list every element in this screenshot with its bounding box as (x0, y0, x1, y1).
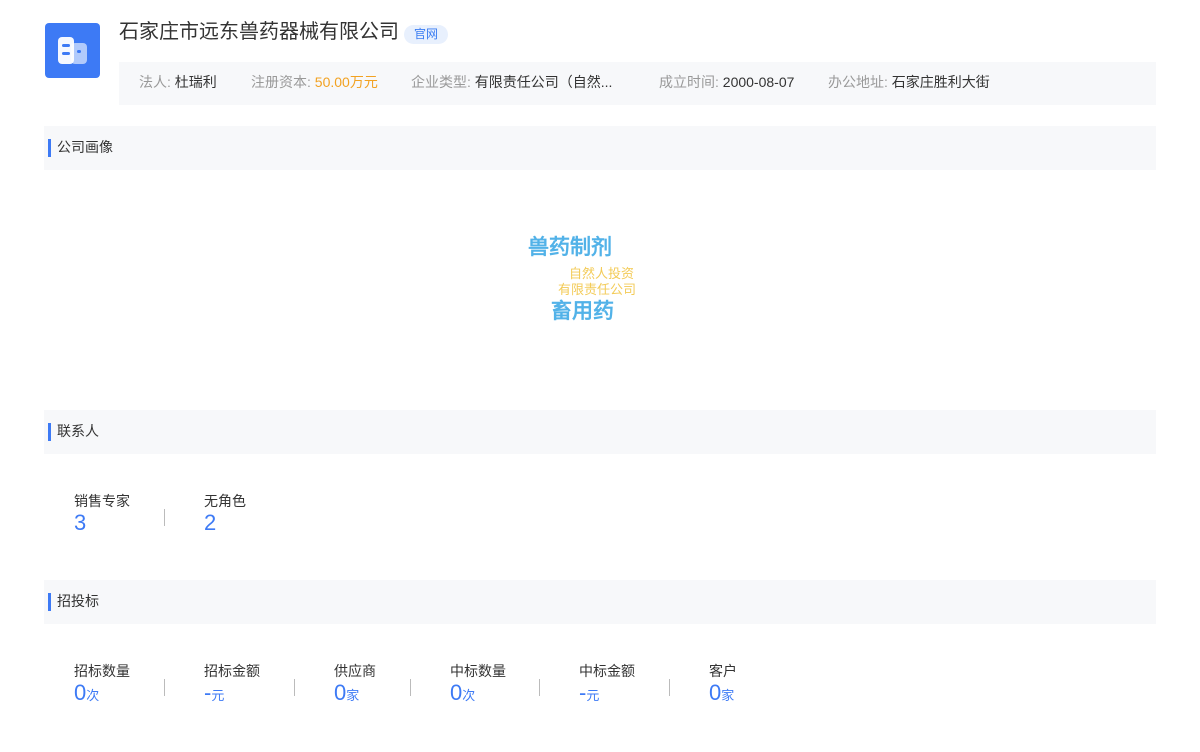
stat-value: 0 (709, 680, 722, 705)
stat-label: 无角色 (204, 493, 246, 509)
office-address-value: 石家庄胜利大街 (891, 74, 990, 90)
section-bidding-header: 招投标 (44, 580, 1156, 624)
company-type-value: 有限责任公司（自然... (474, 74, 613, 90)
stat-divider (410, 679, 411, 696)
stat-unit: 次 (86, 688, 100, 703)
stat-unit: 元 (586, 688, 600, 703)
legal-rep-value[interactable]: 杜瑞利 (175, 74, 217, 90)
section-marker (48, 139, 51, 157)
registered-capital-label: 注册资本: (251, 74, 311, 90)
bidding-stat-win-amount[interactable]: 中标金额 -元 (579, 662, 635, 706)
stat-unit: 家 (721, 688, 735, 703)
bidding-stat-suppliers[interactable]: 供应商 0家 (334, 662, 376, 706)
legal-rep: 法人: 杜瑞利 (139, 62, 217, 102)
company-type: 企业类型: 有限责任公司（自然... (411, 62, 612, 102)
contact-stat-sales[interactable]: 销售专家 3 (74, 492, 130, 536)
bidding-stat-win-count[interactable]: 中标数量 0次 (450, 662, 506, 706)
stat-divider (669, 679, 670, 696)
stat-label: 销售专家 (74, 493, 130, 509)
section-contacts-header: 联系人 (44, 410, 1156, 454)
registered-capital: 注册资本: 50.00万元 (251, 62, 378, 102)
stat-value: 0 (74, 680, 87, 705)
stat-divider (164, 509, 165, 526)
bidding-stat-tender-amount[interactable]: 招标金额 -元 (204, 662, 260, 706)
founded-date: 成立时间: 2000-08-07 (659, 62, 794, 102)
bidding-stat-customers[interactable]: 客户 0家 (709, 662, 737, 706)
stat-label: 中标数量 (450, 663, 506, 679)
stat-unit: 元 (211, 688, 225, 703)
stat-divider (294, 679, 295, 696)
section-portrait-header: 公司画像 (44, 126, 1156, 170)
office-address-label: 办公地址: (828, 74, 888, 90)
stat-divider (164, 679, 165, 696)
tag-cloud-word: 畜用药 (551, 300, 614, 323)
stat-value: 0 (450, 680, 463, 705)
tag-cloud-word: 兽药制剂 (528, 236, 612, 259)
office-address: 办公地址: 石家庄胜利大街 (828, 62, 990, 102)
section-contacts-title: 联系人 (57, 423, 99, 439)
stat-label: 招标数量 (74, 663, 130, 679)
company-name: 石家庄市远东兽药器械有限公司 (119, 21, 399, 43)
section-portrait-title: 公司画像 (57, 139, 113, 155)
stat-value: 2 (204, 510, 217, 535)
stat-unit: 家 (346, 688, 360, 703)
building-icon (58, 37, 87, 64)
founded-date-label: 成立时间: (659, 74, 719, 90)
legal-rep-label: 法人: (139, 74, 171, 90)
section-marker (48, 423, 51, 441)
official-site-badge[interactable]: 官网 (404, 25, 449, 44)
contact-stat-no-role[interactable]: 无角色 2 (204, 492, 246, 536)
founded-date-value: 2000-08-07 (722, 74, 795, 90)
company-logo (45, 23, 100, 78)
bidding-stat-tender-count[interactable]: 招标数量 0次 (74, 662, 130, 706)
company-info-bar: 法人: 杜瑞利 注册资本: 50.00万元 企业类型: 有限责任公司（自然...… (119, 62, 1156, 105)
stat-label: 客户 (709, 663, 737, 679)
registered-capital-value: 50.00万元 (314, 74, 378, 90)
stat-value: 3 (74, 510, 87, 535)
stat-divider (539, 679, 540, 696)
stat-label: 供应商 (334, 663, 376, 679)
stat-label: 中标金额 (579, 663, 635, 679)
stat-value: 0 (334, 680, 347, 705)
section-marker (48, 593, 51, 611)
stat-label: 招标金额 (204, 663, 260, 679)
section-bidding-title: 招投标 (57, 593, 99, 609)
stat-unit: 次 (462, 688, 476, 703)
company-type-label: 企业类型: (411, 74, 471, 90)
